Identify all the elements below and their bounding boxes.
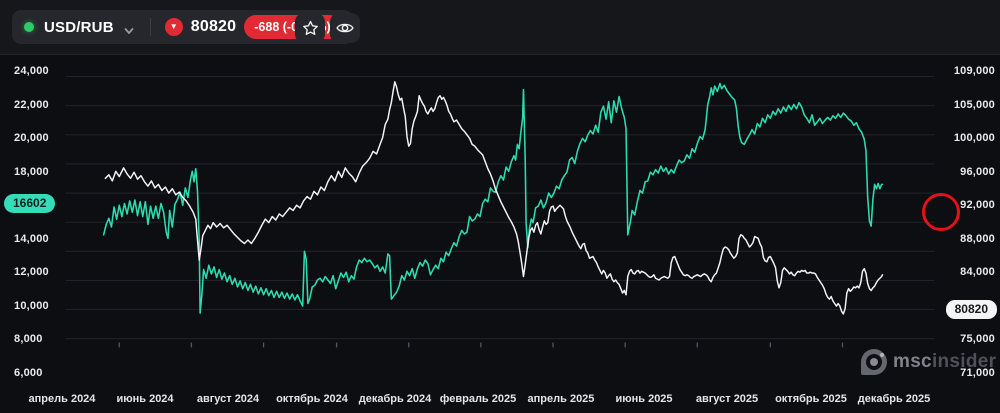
y-right-tick-label: 109,000 — [953, 65, 995, 77]
y-left-tick-label: 6,000 — [14, 366, 43, 379]
y-left-tick-label: 14,000 — [14, 232, 49, 245]
divider — [149, 18, 151, 36]
y-right-tick-label: 84,000 — [960, 266, 995, 278]
y-left-tick-label: 18,000 — [14, 165, 49, 178]
y-right-tick-label: 71,000 — [960, 366, 995, 379]
y-left-tick-label: 22,000 — [14, 98, 49, 111]
last-price-tag-teal: 16602 — [4, 194, 56, 213]
last-price-tag-white: 80820 — [945, 300, 997, 319]
y-left-tick-label: 20,000 — [14, 132, 49, 144]
y-left-tick-label: 24,000 — [14, 65, 49, 77]
change-badge: -688 (-0.84%) — [244, 15, 341, 39]
y-right-tick-label: 96,000 — [960, 165, 995, 178]
watchlist-button[interactable] — [330, 13, 360, 43]
y-right-tick-label: 105,000 — [953, 98, 995, 111]
market-open-dot — [24, 22, 34, 32]
eye-icon — [336, 23, 354, 33]
highlight-circle-annotation — [922, 193, 960, 231]
chart-canvas[interactable] — [0, 54, 1000, 413]
y-left-tick-label: 8,000 — [14, 333, 43, 345]
x-tick-label: декабрь 2025 — [857, 393, 931, 405]
y-left-tick-label: 12,000 — [14, 266, 49, 278]
y-right-tick-label: 75,000 — [960, 333, 995, 345]
star-icon — [302, 20, 318, 35]
instrument-name[interactable]: USD/RUB — [44, 19, 114, 36]
y-left-tick-label: 10,000 — [14, 299, 49, 312]
mscinsider-logo-icon — [861, 349, 887, 375]
triangle-down-icon: ▼ — [164, 18, 183, 36]
favorite-button[interactable] — [295, 13, 325, 43]
chevron-down-icon[interactable] — [124, 23, 134, 34]
last-price: 80820 — [190, 18, 237, 35]
toolbar: USD/RUB ▼ 80820 -688 (-0.84%) — [0, 0, 1000, 55]
y-right-tick-label: 88,000 — [960, 232, 995, 245]
y-right-tick-label: 92,000 — [960, 199, 995, 211]
y-right-tick-label: 100,000 — [953, 132, 995, 144]
